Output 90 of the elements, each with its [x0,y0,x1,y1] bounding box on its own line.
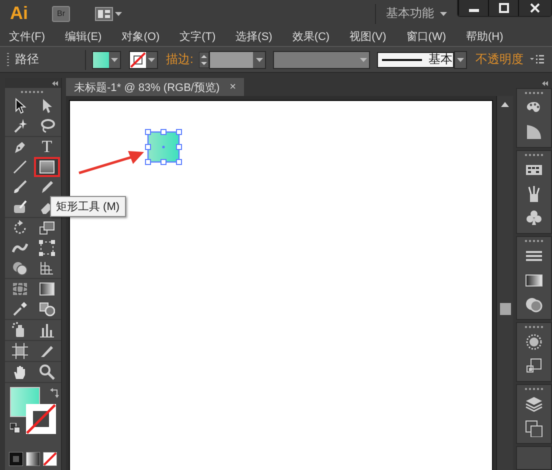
color-mode-button[interactable] [9,452,23,466]
stroke-line-icon [382,58,422,60]
scale-icon [39,220,55,236]
magnifier-icon [39,364,55,380]
collapse-icon [542,80,548,86]
none-icon [43,452,57,466]
shape-builder-icon [12,260,28,276]
blend-icon [39,301,55,317]
scroll-thumb[interactable] [500,303,510,315]
menu-item[interactable]: 选择(S) [236,29,272,44]
brush-icon [12,179,28,195]
workspace-switcher[interactable]: 基本功能 [386,5,447,22]
color-icon [9,452,23,466]
menu-item[interactable]: 文件(F) [9,29,46,44]
annotation-arrow [78,151,144,174]
opacity-label[interactable]: 不透明度 [475,51,524,68]
stroke-style-dropdown[interactable]: 基本 [377,52,454,68]
layers-icon [524,395,544,413]
stepper-icon [199,52,210,68]
menu-item[interactable]: 文字(T) [180,29,216,44]
menu-item[interactable]: 视图(V) [350,29,386,44]
artboard-icon [12,343,28,359]
default-colors-icon [10,423,20,433]
no-stroke-swatch-icon [130,52,146,68]
fill-color-dropdown[interactable] [92,50,121,68]
bar-graph-icon [39,322,55,338]
menu-item[interactable]: 效果(C) [292,29,330,44]
color-guide-icon [524,123,544,141]
panel-menu-icon [530,55,544,64]
document-title: 未标题-1* @ 83% (RGB/预览) [74,80,220,94]
rectangle-icon [39,159,55,175]
knife-icon [39,343,55,359]
pen-nib-icon [12,139,28,155]
selection-type-label: 路径 [15,51,40,68]
caret-icon [440,12,447,16]
free-transform-icon [39,240,55,256]
scroll-up-icon [501,102,509,107]
transform-icon [524,357,544,375]
menu-item[interactable]: 帮助(H) [466,29,504,44]
caret-icon [457,58,464,62]
rotate-icon [12,220,28,236]
perspective-grid-icon [39,260,55,276]
type-tool-button[interactable]: T [34,137,60,157]
close-icon [530,3,540,13]
close-button[interactable] [518,0,551,16]
caret-icon [256,58,263,62]
menu-item[interactable]: 对象(O) [122,29,160,44]
blob-brush-icon [12,199,28,215]
hand-icon [12,364,28,380]
maximize-icon [498,3,508,13]
rectangle-tool-button[interactable] [34,157,60,177]
stroke-label[interactable]: 描边: [166,51,194,68]
magic-wand-icon [12,118,28,134]
transparency-icon [524,295,544,313]
pencil-icon [39,179,55,195]
swap-icon [50,388,60,398]
tooltip: 矩形工具 (M) [50,196,126,217]
artboards-icon [524,419,544,437]
caret-icon [115,12,122,16]
collapse-icon [52,80,58,86]
variable-width-dropdown[interactable] [273,50,370,68]
menu-item[interactable]: 编辑(E) [65,29,102,44]
layout-icon [95,6,113,20]
arrange-documents-button[interactable] [95,6,122,20]
maximize-button[interactable] [488,0,518,16]
stroke-weight-dropdown[interactable] [209,50,266,68]
gradient-icon [39,281,55,297]
vertical-scrollbar[interactable] [496,96,513,470]
fill-swatch-icon [93,52,109,68]
tab-close-button[interactable]: × [230,81,236,93]
none-mode-button[interactable] [43,452,57,466]
club-icon [524,209,544,227]
eyedropper-icon [12,301,28,317]
mesh-icon [12,281,28,297]
appearance-icon [524,333,544,351]
dropdown-button[interactable] [454,50,468,68]
caret-icon [360,58,367,62]
gradient-square[interactable] [145,129,182,165]
caret-icon [111,58,118,62]
gradient-icon [26,452,40,466]
line-icon [12,159,28,175]
caret-icon [148,58,155,62]
lasso-icon [39,118,55,134]
menu-item[interactable]: 窗口(W) [406,29,446,44]
stroke-color-dropdown[interactable] [129,50,158,68]
app-logo: Ai [10,3,29,24]
minimize-button[interactable] [458,0,488,16]
grip-icon [21,91,45,94]
stroke-color-swatch[interactable] [26,404,56,434]
gradient-mode-button[interactable] [26,452,40,466]
